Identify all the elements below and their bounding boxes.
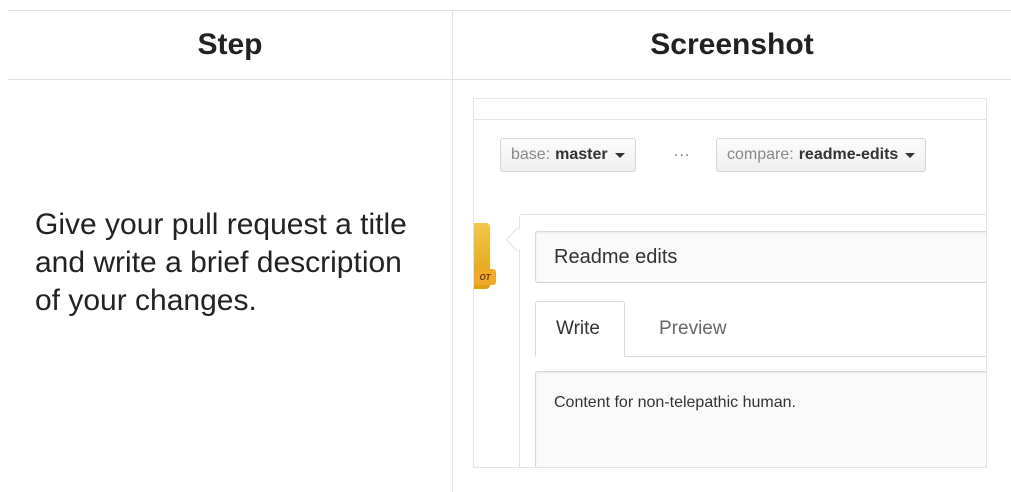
header-step: Step <box>197 28 263 61</box>
header-screenshot: Screenshot <box>650 28 814 61</box>
github-compare-screenshot: base: master ... compare: readme-edits O… <box>473 98 987 468</box>
tab-write[interactable]: Write <box>535 301 625 357</box>
base-label: base: <box>511 146 551 163</box>
step-description: Give your pull request a title and write… <box>35 208 407 317</box>
header-divider <box>8 79 1011 80</box>
compare-branch-name: readme-edits <box>798 146 899 163</box>
base-branch-name: master <box>555 146 608 163</box>
compare-label: compare: <box>727 146 794 163</box>
pr-description-textarea[interactable]: Content for non-telepathic human. <box>535 371 986 467</box>
compare-branch-button[interactable]: compare: readme-edits <box>716 138 927 172</box>
pr-title-input[interactable] <box>535 231 986 283</box>
caret-down-icon <box>614 152 625 158</box>
tab-preview[interactable]: Preview <box>639 301 747 357</box>
range-ellipsis: ... <box>674 143 691 160</box>
avatar-badge: OT <box>474 269 496 285</box>
base-branch-button[interactable]: base: master <box>500 138 636 172</box>
column-divider <box>452 11 453 492</box>
screenshot-divider <box>474 119 986 120</box>
caret-down-icon <box>905 152 916 158</box>
